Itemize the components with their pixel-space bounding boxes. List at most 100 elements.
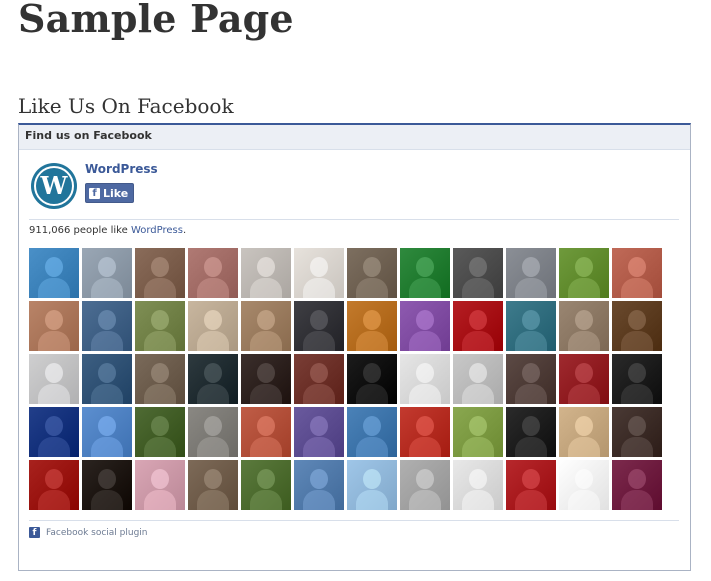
body-silhouette-icon <box>515 490 547 510</box>
profile-picture-thumbnail[interactable] <box>135 301 185 351</box>
body-silhouette-icon <box>568 278 600 298</box>
profile-picture-thumbnail[interactable] <box>188 354 238 404</box>
face-silhouette-icon <box>45 257 63 277</box>
profile-picture-thumbnail[interactable] <box>241 248 291 298</box>
profile-picture-thumbnail[interactable] <box>294 248 344 298</box>
profile-picture-thumbnail[interactable] <box>347 460 397 510</box>
profile-picture-thumbnail[interactable] <box>506 407 556 457</box>
profile-picture-thumbnail[interactable] <box>241 301 291 351</box>
profile-picture-thumbnail[interactable] <box>29 354 79 404</box>
face-silhouette-icon <box>469 257 487 277</box>
body-silhouette-icon <box>621 384 653 404</box>
body-silhouette-icon <box>91 490 123 510</box>
divider <box>29 520 679 521</box>
profile-picture-thumbnail[interactable] <box>453 248 503 298</box>
face-silhouette-icon <box>151 257 169 277</box>
fb-page-name-link[interactable]: WordPress <box>85 162 158 176</box>
body-silhouette-icon <box>144 437 176 457</box>
profile-picture-thumbnail[interactable] <box>506 354 556 404</box>
profile-picture-thumbnail[interactable] <box>82 354 132 404</box>
profile-picture-thumbnail[interactable] <box>294 460 344 510</box>
profile-picture-thumbnail[interactable] <box>294 354 344 404</box>
fb-like-count-page-link[interactable]: WordPress <box>131 225 183 236</box>
profile-picture-thumbnail[interactable] <box>453 354 503 404</box>
body-silhouette-icon <box>462 384 494 404</box>
body-silhouette-icon <box>515 384 547 404</box>
body-silhouette-icon <box>568 437 600 457</box>
face-silhouette-icon <box>151 416 169 436</box>
face-silhouette-icon <box>151 469 169 489</box>
profile-picture-thumbnail[interactable] <box>135 354 185 404</box>
profile-picture-thumbnail[interactable] <box>188 301 238 351</box>
profile-picture-thumbnail[interactable] <box>82 460 132 510</box>
profile-picture-thumbnail[interactable] <box>241 407 291 457</box>
profile-picture-thumbnail[interactable] <box>82 407 132 457</box>
profile-picture-thumbnail[interactable] <box>241 354 291 404</box>
profile-picture-thumbnail[interactable] <box>135 407 185 457</box>
profile-picture-thumbnail[interactable] <box>29 460 79 510</box>
fb-like-label: Like <box>103 186 129 200</box>
face-silhouette-icon <box>522 416 540 436</box>
facebook-f-icon: f <box>29 527 40 538</box>
face-silhouette-icon <box>575 416 593 436</box>
profile-picture-thumbnail[interactable] <box>294 407 344 457</box>
profile-picture-thumbnail[interactable] <box>559 248 609 298</box>
profile-picture-thumbnail[interactable] <box>612 248 662 298</box>
profile-picture-thumbnail[interactable] <box>506 248 556 298</box>
body-silhouette-icon <box>144 490 176 510</box>
fb-like-button[interactable]: f Like <box>85 183 135 203</box>
profile-picture-thumbnail[interactable] <box>29 248 79 298</box>
profile-picture-thumbnail[interactable] <box>294 301 344 351</box>
body-silhouette-icon <box>38 331 70 351</box>
profile-picture-thumbnail[interactable] <box>82 301 132 351</box>
profile-picture-thumbnail[interactable] <box>347 407 397 457</box>
profile-picture-thumbnail[interactable] <box>506 460 556 510</box>
profile-picture-thumbnail[interactable] <box>453 301 503 351</box>
profile-picture-thumbnail[interactable] <box>82 248 132 298</box>
profile-picture-thumbnail[interactable] <box>400 354 450 404</box>
body-silhouette-icon <box>197 490 229 510</box>
divider <box>29 219 679 220</box>
profile-picture-thumbnail[interactable] <box>559 354 609 404</box>
profile-picture-thumbnail[interactable] <box>400 407 450 457</box>
face-silhouette-icon <box>257 469 275 489</box>
fb-footer-label[interactable]: Facebook social plugin <box>46 528 148 538</box>
profile-picture-thumbnail[interactable] <box>612 407 662 457</box>
profile-picture-thumbnail[interactable] <box>453 460 503 510</box>
profile-picture-thumbnail[interactable] <box>400 301 450 351</box>
profile-picture-thumbnail[interactable] <box>29 301 79 351</box>
body-silhouette-icon <box>356 437 388 457</box>
profile-picture-thumbnail[interactable] <box>241 460 291 510</box>
profile-picture-thumbnail[interactable] <box>559 301 609 351</box>
body-silhouette-icon <box>303 278 335 298</box>
profile-picture-thumbnail[interactable] <box>188 460 238 510</box>
profile-picture-thumbnail[interactable] <box>347 248 397 298</box>
profile-picture-thumbnail[interactable] <box>188 248 238 298</box>
profile-picture-thumbnail[interactable] <box>559 407 609 457</box>
body-silhouette-icon <box>409 331 441 351</box>
profile-picture-thumbnail[interactable] <box>400 460 450 510</box>
profile-picture-thumbnail[interactable] <box>612 301 662 351</box>
profile-picture-thumbnail[interactable] <box>188 407 238 457</box>
face-silhouette-icon <box>257 310 275 330</box>
profile-picture-thumbnail[interactable] <box>347 301 397 351</box>
profile-picture-thumbnail[interactable] <box>400 248 450 298</box>
profile-picture-thumbnail[interactable] <box>347 354 397 404</box>
face-silhouette-icon <box>522 310 540 330</box>
body-silhouette-icon <box>197 331 229 351</box>
fb-like-count: 911,066 people like WordPress. <box>29 225 186 236</box>
wordpress-logo-icon[interactable]: W <box>29 161 79 211</box>
profile-picture-thumbnail[interactable] <box>612 460 662 510</box>
body-silhouette-icon <box>197 384 229 404</box>
profile-picture-thumbnail[interactable] <box>612 354 662 404</box>
profile-picture-thumbnail[interactable] <box>135 460 185 510</box>
fb-like-count-suffix: . <box>182 225 187 236</box>
profile-picture-thumbnail[interactable] <box>559 460 609 510</box>
body-silhouette-icon <box>303 384 335 404</box>
profile-picture-thumbnail[interactable] <box>453 407 503 457</box>
face-silhouette-icon <box>628 363 646 383</box>
profile-picture-thumbnail[interactable] <box>506 301 556 351</box>
profile-picture-thumbnail[interactable] <box>29 407 79 457</box>
face-silhouette-icon <box>98 416 116 436</box>
profile-picture-thumbnail[interactable] <box>135 248 185 298</box>
